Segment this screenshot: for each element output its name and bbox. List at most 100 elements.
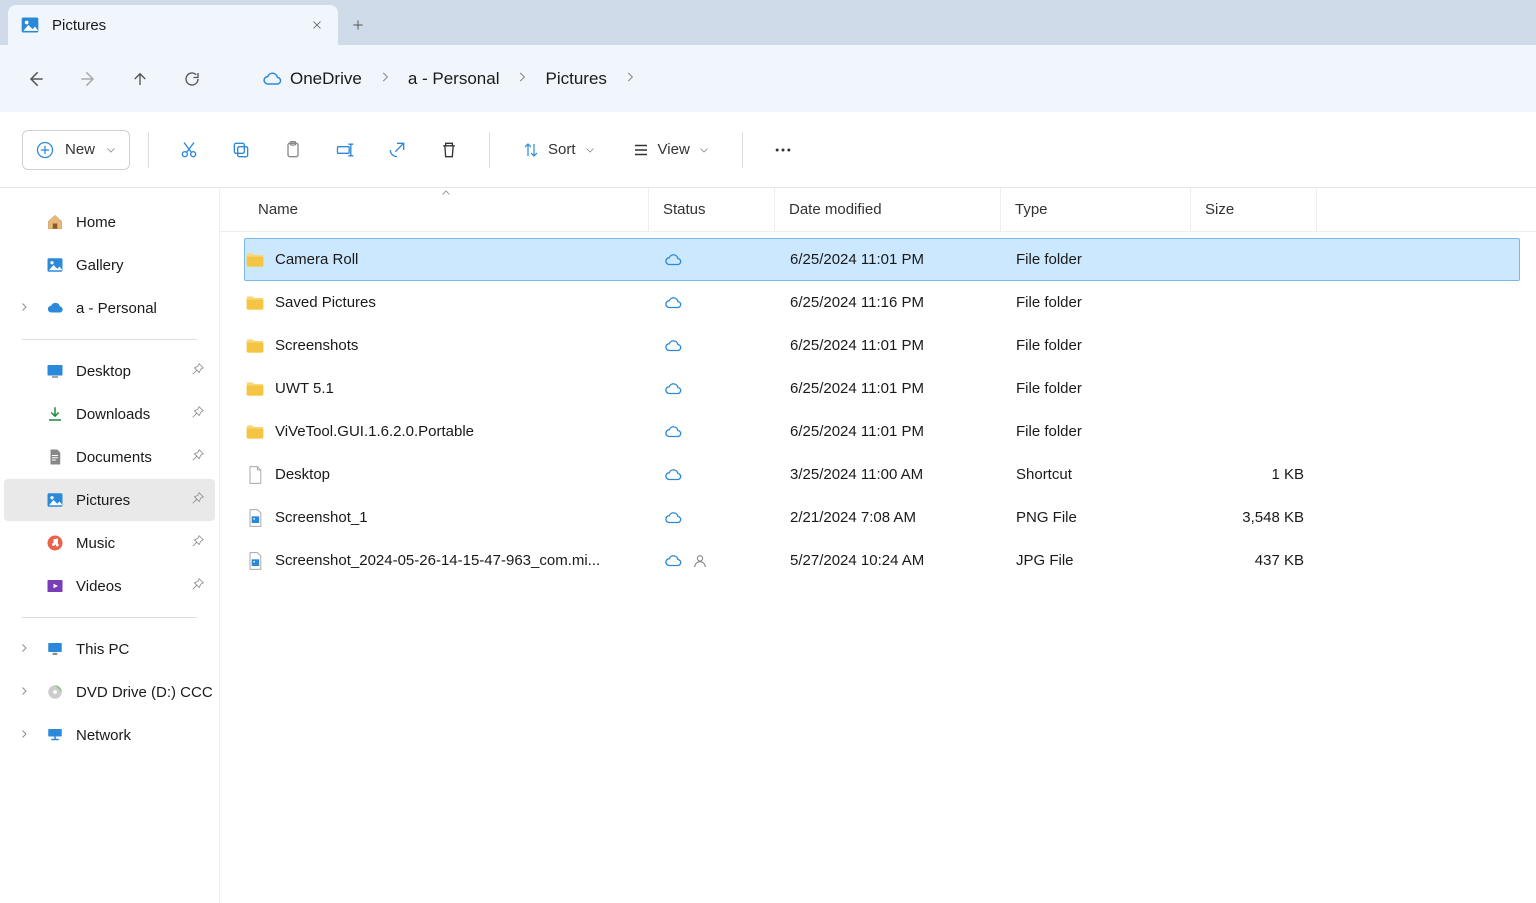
sidebar-desktop[interactable]: Desktop xyxy=(4,350,215,392)
file-name: Saved Pictures xyxy=(275,294,376,311)
new-button[interactable]: New xyxy=(22,130,130,170)
paste-button[interactable] xyxy=(271,130,315,170)
column-date[interactable]: Date modified xyxy=(775,188,1001,231)
paste-icon xyxy=(283,140,303,160)
share-icon xyxy=(387,140,407,160)
network-icon xyxy=(46,726,64,744)
back-button[interactable] xyxy=(14,57,58,101)
more-button[interactable] xyxy=(761,130,805,170)
file-row[interactable]: Screenshot_2024-05-26-14-15-47-963_com.m… xyxy=(244,539,1520,582)
music-icon xyxy=(46,534,64,552)
file-type: File folder xyxy=(1016,423,1082,440)
chevron-down-icon xyxy=(105,144,117,156)
pictures-icon xyxy=(20,15,40,35)
column-type[interactable]: Type xyxy=(1001,188,1191,231)
tab-pictures[interactable]: Pictures xyxy=(8,5,338,45)
sidebar-videos[interactable]: Videos xyxy=(4,565,215,607)
file-date: 6/25/2024 11:01 PM xyxy=(790,337,924,354)
file-type: File folder xyxy=(1016,251,1082,268)
file-date: 6/25/2024 11:01 PM xyxy=(790,423,924,440)
cut-button[interactable] xyxy=(167,130,211,170)
separator xyxy=(148,132,149,168)
file-row[interactable]: Screenshots 6/25/2024 11:01 PM File folder xyxy=(244,324,1520,367)
sidebar-downloads[interactable]: Downloads xyxy=(4,393,215,435)
column-name[interactable]: Name xyxy=(244,188,649,231)
column-status[interactable]: Status xyxy=(649,188,775,231)
sidebar-gallery[interactable]: Gallery xyxy=(4,244,215,286)
image-icon xyxy=(245,508,265,528)
desktop-icon xyxy=(46,362,64,380)
shortcut-icon xyxy=(245,465,265,485)
sidebar-network[interactable]: Network xyxy=(4,714,215,756)
crumb-onedrive[interactable]: OneDrive xyxy=(254,69,370,89)
chevron-right-icon[interactable] xyxy=(374,69,396,89)
sidebar-dvd-drive[interactable]: DVD Drive (D:) CCC xyxy=(4,671,215,713)
sidebar-this-pc[interactable]: This PC xyxy=(4,628,215,670)
pin-icon xyxy=(191,362,205,380)
separator xyxy=(742,132,743,168)
toolbar: New Sort View xyxy=(0,112,1536,188)
pin-icon xyxy=(191,534,205,552)
pin-icon xyxy=(191,448,205,466)
documents-icon xyxy=(46,448,64,466)
file-type: File folder xyxy=(1016,337,1082,354)
file-name: UWT 5.1 xyxy=(275,380,334,397)
file-row[interactable]: Saved Pictures6/25/2024 11:16 PMFile fol… xyxy=(244,281,1520,324)
file-row[interactable]: Camera Roll6/25/2024 11:01 PMFile folder xyxy=(244,238,1520,281)
chevron-right-icon[interactable] xyxy=(511,69,533,89)
copy-button[interactable] xyxy=(219,130,263,170)
file-name: Screenshots xyxy=(275,337,358,354)
file-row[interactable]: ViVeTool.GUI.1.6.2.0.Portable6/25/2024 1… xyxy=(244,410,1520,453)
delete-button[interactable] xyxy=(427,130,471,170)
pin-icon xyxy=(191,577,205,595)
folder-icon xyxy=(245,293,265,313)
sidebar-home[interactable]: Home xyxy=(4,201,215,243)
refresh-icon xyxy=(183,70,201,88)
breadcrumb[interactable]: OneDrive a - Personal Pictures xyxy=(246,57,649,101)
share-button[interactable] xyxy=(375,130,419,170)
home-icon xyxy=(46,213,64,231)
chevron-right-icon[interactable] xyxy=(619,69,641,89)
separator xyxy=(489,132,490,168)
sidebar-onedrive-personal[interactable]: a - Personal xyxy=(4,287,215,329)
tabs-bar: Pictures xyxy=(0,0,1536,45)
sidebar-music[interactable]: Music xyxy=(4,522,215,564)
column-size[interactable]: Size xyxy=(1191,188,1317,231)
chevron-right-icon[interactable] xyxy=(18,727,30,744)
plus-icon xyxy=(351,18,365,32)
file-size: 437 KB xyxy=(1255,552,1304,569)
forward-button[interactable] xyxy=(66,57,110,101)
chevron-down-icon xyxy=(698,144,710,156)
sidebar-documents[interactable]: Documents xyxy=(4,436,215,478)
new-tab-button[interactable] xyxy=(338,5,378,45)
sort-button[interactable]: Sort xyxy=(508,130,610,170)
chevron-down-icon xyxy=(584,144,596,156)
pictures-icon xyxy=(46,256,64,274)
file-list: Name Status Date modified Type Size Came… xyxy=(220,188,1536,903)
refresh-button[interactable] xyxy=(170,57,214,101)
rename-button[interactable] xyxy=(323,130,367,170)
folder-icon xyxy=(245,250,265,270)
cut-icon xyxy=(179,140,199,160)
chevron-right-icon[interactable] xyxy=(18,641,30,658)
column-headers: Name Status Date modified Type Size xyxy=(220,188,1536,232)
crumb-pictures[interactable]: Pictures xyxy=(537,69,614,89)
view-button[interactable]: View xyxy=(618,130,724,170)
file-date: 5/27/2024 10:24 AM xyxy=(790,552,924,569)
file-row[interactable]: Screenshot_12/21/2024 7:08 AMPNG File3,5… xyxy=(244,496,1520,539)
file-type: JPG File xyxy=(1016,552,1074,569)
file-row[interactable]: Desktop3/25/2024 11:00 AMShortcut1 KB xyxy=(244,453,1520,496)
file-row[interactable]: UWT 5.16/25/2024 11:01 PMFile folder xyxy=(244,367,1520,410)
copy-icon xyxy=(231,140,251,160)
file-name: Desktop xyxy=(275,466,330,483)
chevron-right-icon[interactable] xyxy=(18,684,30,701)
plus-circle-icon xyxy=(35,140,55,160)
cloud-icon xyxy=(664,466,682,484)
crumb-personal[interactable]: a - Personal xyxy=(400,69,508,89)
up-button[interactable] xyxy=(118,57,162,101)
file-name: Camera Roll xyxy=(275,251,358,268)
chevron-right-icon[interactable] xyxy=(18,300,30,317)
tab-close-button[interactable] xyxy=(308,16,326,34)
pin-icon xyxy=(191,405,205,423)
sidebar-pictures[interactable]: Pictures xyxy=(4,479,215,521)
